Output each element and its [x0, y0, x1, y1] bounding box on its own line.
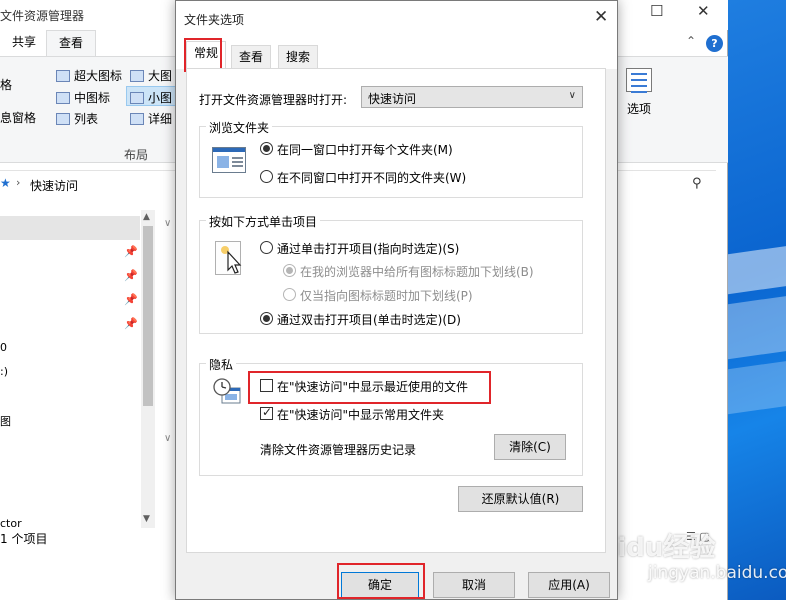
click-items-title: 按如下方式单击项目 [206, 213, 321, 230]
details-icon [130, 113, 144, 125]
layout-list[interactable]: 列表 [56, 110, 98, 127]
mouse-cursor-icon [215, 241, 242, 275]
layout-medium-icons[interactable]: 中图标 [56, 89, 110, 106]
tab-search[interactable]: 搜索 [278, 45, 319, 69]
chevron-down-icon[interactable]: ∨ [164, 433, 171, 444]
browse-folders-group: 浏览文件夹 在同一窗口中打开每个文件夹(M) 在不同窗口中打开不同的文件夹(W) [199, 119, 583, 198]
pin-icon[interactable]: 📌 [124, 269, 138, 282]
new-window-radio[interactable] [260, 170, 273, 183]
privacy-title: 隐私 [206, 356, 237, 373]
same-window-radio[interactable] [260, 142, 273, 155]
show-frequent-folders-label[interactable]: 在"快速访问"中显示常用文件夹 [277, 406, 444, 423]
scrollbar-thumb[interactable] [143, 226, 153, 406]
small-icons-icon [130, 92, 144, 104]
nav-item-text[interactable]: 图 [0, 413, 11, 429]
medium-icons-icon [56, 92, 70, 104]
apply-button[interactable]: 应用(A) [528, 572, 610, 598]
extra-large-icons-icon [56, 70, 70, 82]
light-beam [728, 360, 786, 415]
clear-history-label: 清除文件资源管理器历史记录 [260, 443, 417, 457]
layout-group-label: 布局 [124, 148, 149, 162]
layout-extra-large-icons[interactable]: 超大图标 [56, 67, 122, 84]
highlight-box-ok-button [337, 563, 425, 599]
quick-access-star-icon: ★ [0, 176, 11, 190]
nav-item-text[interactable]: :) [0, 365, 8, 378]
underline-hover-radio [283, 288, 296, 301]
large-icons-icon [130, 70, 144, 82]
chevron-down-icon[interactable]: ∨ [164, 218, 171, 229]
help-icon[interactable]: ? [706, 35, 723, 52]
pin-icon[interactable]: 📌 [124, 293, 138, 306]
open-explorer-label: 打开文件资源管理器时打开: [199, 93, 348, 107]
ribbon-collapse-icon[interactable]: ⌃ [686, 34, 696, 48]
chevron-down-icon: ∨ [568, 90, 576, 101]
restore-defaults-button[interactable]: 还原默认值(R) [458, 486, 583, 512]
dialog-tabbar: 常规 查看 搜索 [176, 37, 617, 69]
click-items-group: 按如下方式单击项目 通过单击打开项目(指向时选定)(S) 在我的浏览器中给所有图… [199, 213, 583, 334]
maximize-button[interactable]: ☐ [650, 2, 663, 20]
double-click-label[interactable]: 通过双击打开项目(单击时选定)(D) [277, 311, 461, 328]
pin-icon[interactable]: 📌 [124, 317, 138, 330]
scroll-down-icon[interactable]: ▼ [143, 514, 150, 524]
options-button-label[interactable]: 选项 [627, 100, 651, 117]
address-path[interactable]: 快速访问 [30, 177, 78, 194]
desktop-wallpaper [728, 0, 786, 600]
close-icon[interactable]: ✕ [594, 7, 608, 27]
dialog-title: 文件夹选项 [184, 13, 245, 27]
pin-icon[interactable]: 📌 [124, 245, 138, 258]
underline-always-label: 在我的浏览器中给所有图标标题加下划线(B) [300, 265, 534, 279]
light-beam [728, 245, 786, 295]
same-window-label[interactable]: 在同一窗口中打开每个文件夹(M) [277, 141, 453, 158]
new-window-label[interactable]: 在不同窗口中打开不同的文件夹(W) [277, 169, 466, 186]
layout-details[interactable]: 详细 [130, 110, 172, 127]
tab-view[interactable]: 查看 [46, 30, 97, 57]
browse-folders-title: 浏览文件夹 [206, 119, 273, 136]
tab-view[interactable]: 查看 [231, 45, 272, 69]
general-tab-panel: 打开文件资源管理器时打开: 快速访问 ∨ 浏览文件夹 在同一窗口中打开每个文件夹… [186, 68, 606, 553]
underline-hover-label: 仅当指向图标标题时加下划线(P) [300, 289, 473, 303]
underline-always-radio [283, 264, 296, 277]
navigation-pane: 📌 📌 📌 📌 0 :) 图 ctor [0, 208, 158, 530]
chevron-right-icon: › [16, 176, 21, 189]
nav-selected-item[interactable] [0, 216, 140, 240]
single-click-radio[interactable] [260, 241, 273, 254]
ribbon-pane-item[interactable]: 格 [0, 76, 12, 93]
layout-large-icons[interactable]: 大图 [130, 67, 172, 84]
nav-item-text[interactable]: 0 [0, 341, 7, 354]
cancel-button[interactable]: 取消 [433, 572, 515, 598]
nav-item-text[interactable]: ctor [0, 517, 22, 530]
light-beam [728, 295, 786, 360]
show-frequent-folders-checkbox[interactable] [260, 405, 273, 420]
double-click-radio[interactable] [260, 312, 273, 325]
status-item-count: 1 个项目 [0, 532, 48, 546]
highlight-box-general-tab [184, 38, 222, 72]
highlight-box-recent-files [248, 371, 491, 404]
dialog-titlebar: 文件夹选项 ✕ [176, 1, 617, 37]
search-icon[interactable]: ⚲ [692, 176, 702, 191]
close-button[interactable]: ✕ [697, 2, 710, 20]
scroll-up-icon[interactable]: ▲ [143, 212, 150, 222]
layout-small-icons[interactable]: 小图 [130, 89, 172, 106]
ribbon-details-pane[interactable]: 息窗格 [0, 109, 36, 126]
recent-files-clock-icon [212, 376, 242, 406]
tab-share[interactable]: 共享 [0, 30, 48, 57]
baidu-watermark-url: jingyan.baidu.com [648, 563, 786, 583]
list-icon [56, 113, 70, 125]
options-icon[interactable] [626, 68, 652, 93]
clear-history-button[interactable]: 清除(C) [494, 434, 566, 460]
open-explorer-select[interactable]: 快速访问 ∨ [361, 86, 583, 108]
explorer-title: 文件资源管理器 [0, 9, 85, 23]
window-icon [212, 147, 246, 173]
single-click-label[interactable]: 通过单击打开项目(指向时选定)(S) [277, 240, 459, 257]
folder-options-dialog: 文件夹选项 ✕ 常规 查看 搜索 打开文件资源管理器时打开: 快速访问 ∨ 浏览… [175, 0, 618, 600]
nav-scrollbar[interactable]: ▲ ▼ [141, 210, 155, 528]
open-explorer-value: 快速访问 [368, 92, 417, 106]
